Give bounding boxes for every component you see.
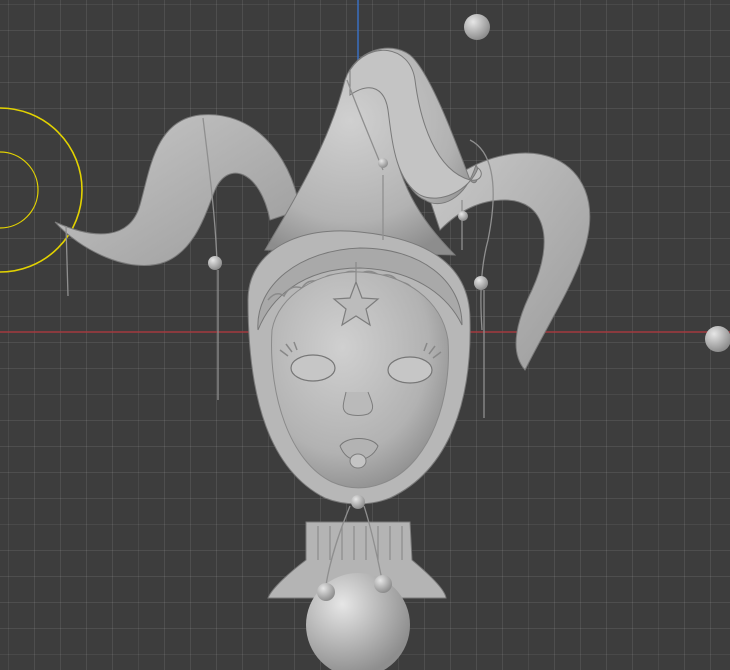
sphere-empty-right[interactable] xyxy=(705,326,730,352)
nose xyxy=(342,391,374,416)
3d-viewport[interactable] xyxy=(0,0,730,670)
left-horn xyxy=(54,114,301,266)
tongue xyxy=(349,453,367,469)
sun-light-gizmo[interactable] xyxy=(0,107,83,273)
jester-head-model[interactable] xyxy=(54,47,591,670)
right-eye xyxy=(387,356,433,384)
left-eye xyxy=(290,354,336,382)
sphere-empty-top[interactable] xyxy=(464,14,490,40)
